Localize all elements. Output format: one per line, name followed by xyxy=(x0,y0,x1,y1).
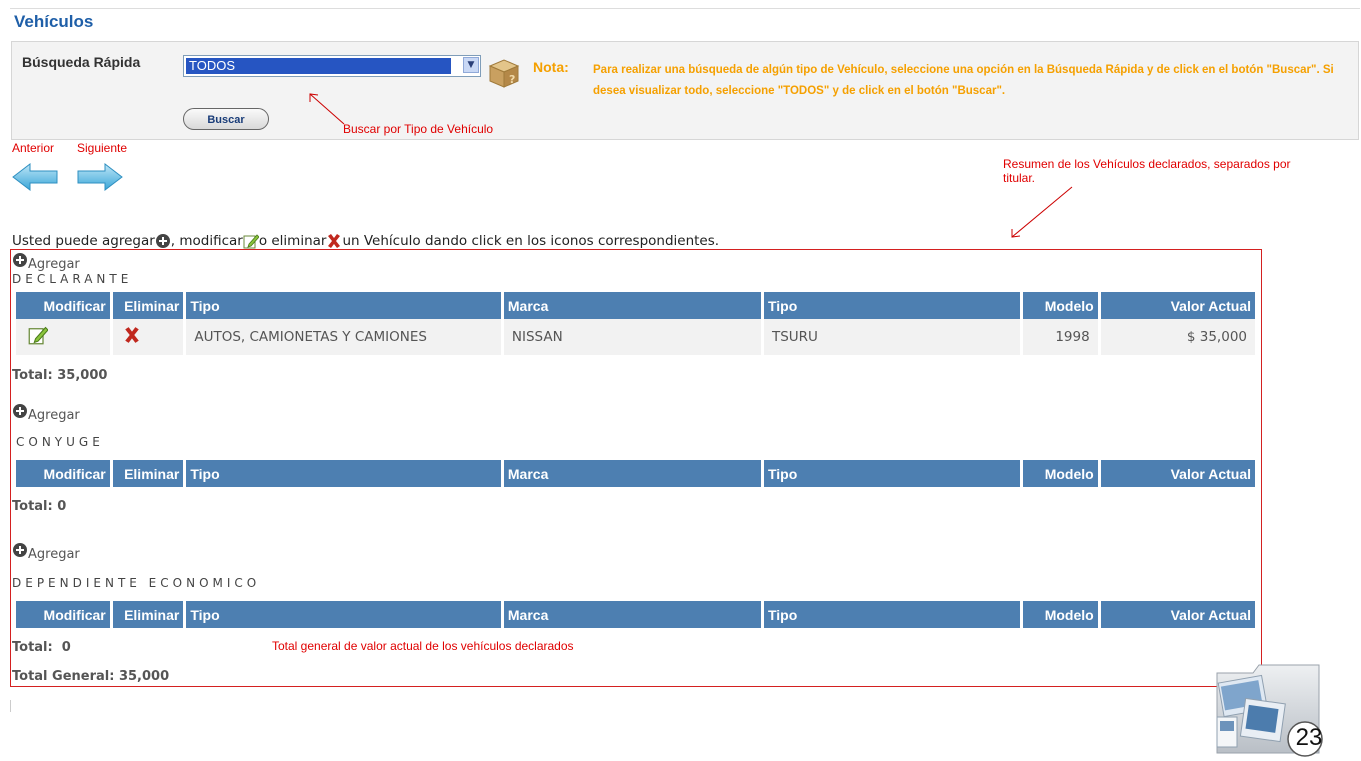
total-conyuge: Total: 0 xyxy=(12,499,67,514)
quick-search-label: Búsqueda Rápida xyxy=(22,54,141,70)
col-tipo-2: Tipo xyxy=(763,601,1021,628)
col-eliminar: Eliminar xyxy=(112,601,184,628)
section-title: CONYUGE xyxy=(16,435,104,449)
next-label: Siguiente xyxy=(77,141,128,155)
col-marca: Marca xyxy=(503,460,761,487)
slide-number: 23 xyxy=(1295,724,1323,751)
vehicles-table-dependiente: Modificar Eliminar Tipo Marca Tipo Model… xyxy=(13,601,1258,628)
add-dependiente-button[interactable]: Agregar xyxy=(12,542,80,562)
cell-tipo-2: TSURU xyxy=(763,319,1021,355)
col-marca: Marca xyxy=(503,601,761,628)
col-valor-actual: Valor Actual xyxy=(1100,460,1255,487)
col-modificar: Modificar xyxy=(16,601,110,628)
edit-icon xyxy=(243,234,260,249)
col-marca: Marca xyxy=(503,292,761,319)
instructions-text: Usted puede agregar, modificar o elimina… xyxy=(12,233,720,249)
annotation-buscar-tipo: Buscar por Tipo de Vehículo xyxy=(343,122,494,136)
table-row: AUTOS, CAMIONETAS Y CAMIONES NISSAN TSUR… xyxy=(16,319,1255,355)
svg-text:?: ? xyxy=(509,73,515,86)
col-tipo: Tipo xyxy=(186,601,501,628)
annotation-total-general: Total general de valor actual de los veh… xyxy=(272,639,574,653)
prev-label: Anterior xyxy=(12,141,55,155)
arrow-left-icon[interactable] xyxy=(12,163,58,191)
col-modificar: Modificar xyxy=(16,292,110,319)
edit-cell[interactable] xyxy=(16,319,110,355)
col-valor-actual: Valor Actual xyxy=(1100,601,1255,628)
add-icon xyxy=(13,253,27,267)
col-tipo: Tipo xyxy=(186,292,501,319)
note-label: Nota: xyxy=(533,59,569,75)
col-tipo-2: Tipo xyxy=(763,460,1021,487)
col-eliminar: Eliminar xyxy=(112,292,184,319)
page-edge xyxy=(10,700,11,712)
search-button[interactable]: Buscar xyxy=(183,108,269,130)
add-icon xyxy=(13,543,27,557)
vehicle-type-select[interactable]: TODOS ▼ xyxy=(183,55,481,77)
delete-cell[interactable] xyxy=(112,319,184,355)
add-icon xyxy=(155,234,170,248)
cell-valor: $ 35,000 xyxy=(1100,319,1255,355)
note-text: Para realizar una búsqueda de algún tipo… xyxy=(593,64,1334,97)
section-title: DECLARANTE xyxy=(12,272,133,286)
vehicles-table-conyuge: Modificar Eliminar Tipo Marca Tipo Model… xyxy=(13,460,1258,487)
arrow-right-icon[interactable] xyxy=(77,163,123,191)
total-general: Total General: 35,000 xyxy=(12,669,170,684)
col-tipo: Tipo xyxy=(186,460,501,487)
delete-icon xyxy=(328,234,341,248)
help-box-icon: ? xyxy=(488,59,520,88)
col-eliminar: Eliminar xyxy=(112,460,184,487)
col-modelo: Modelo xyxy=(1023,601,1098,628)
delete-icon[interactable] xyxy=(123,326,141,344)
chevron-down-icon[interactable]: ▼ xyxy=(463,57,479,73)
col-tipo-2: Tipo xyxy=(763,292,1021,319)
edit-icon[interactable] xyxy=(28,325,49,345)
section-title: DEPENDIENTE ECONOMICO xyxy=(12,576,261,590)
page-title: Vehículos xyxy=(14,12,94,31)
top-divider xyxy=(10,8,1360,9)
col-modelo: Modelo xyxy=(1023,460,1098,487)
cell-modelo: 1998 xyxy=(1023,319,1098,355)
total-declarante: Total: 35,000 xyxy=(12,368,108,383)
annotation-resumen: Resumen de los Vehículos declarados, sep… xyxy=(1003,157,1291,185)
annotation-arrow xyxy=(1011,186,1073,238)
col-modelo: Modelo xyxy=(1023,292,1098,319)
add-icon xyxy=(13,404,27,418)
add-declarante-button[interactable]: Agregar xyxy=(12,252,80,272)
col-valor-actual: Valor Actual xyxy=(1100,292,1255,319)
cell-marca: NISSAN xyxy=(503,319,761,355)
col-modificar: Modificar xyxy=(16,460,110,487)
total-dependiente: Total: 0 xyxy=(12,640,71,655)
select-value: TODOS xyxy=(186,58,451,74)
vehicles-table-declarante: Modificar Eliminar Tipo Marca Tipo Model… xyxy=(13,292,1258,355)
cell-tipo: AUTOS, CAMIONETAS Y CAMIONES xyxy=(186,319,501,355)
add-conyuge-button[interactable]: Agregar xyxy=(12,403,80,423)
